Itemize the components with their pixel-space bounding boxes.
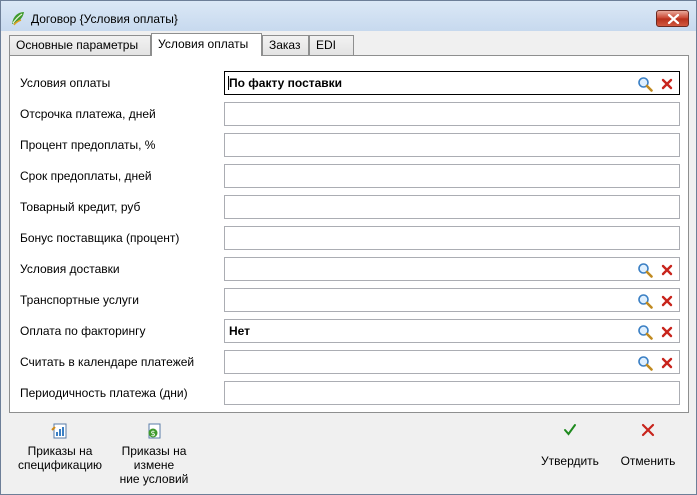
form-row-delivery-terms: Условия доставки xyxy=(10,257,690,281)
prepayment-term-field[interactable] xyxy=(224,164,680,188)
field-label: Бонус поставщика (процент) xyxy=(20,231,180,245)
form-row-transport-services: Транспортные услуги xyxy=(10,288,690,312)
button-label-line: ние условий xyxy=(119,472,189,486)
supplier-bonus-field[interactable] xyxy=(224,226,680,250)
svg-text:$: $ xyxy=(150,429,155,438)
clear-icon[interactable] xyxy=(661,357,673,369)
payment-calendar-field[interactable] xyxy=(224,350,680,374)
form-row-payment-periodicity: Периодичность платежа (дни) xyxy=(10,381,690,405)
field-label: Условия доставки xyxy=(20,262,120,276)
field-label: Считать в календаре платежей xyxy=(20,355,195,369)
orders-specification-button[interactable]: Приказы на спецификацию xyxy=(15,422,105,472)
button-label: Утвердить xyxy=(541,454,599,468)
tab-payment-terms[interactable]: Условия оплаты xyxy=(151,33,262,56)
search-icon[interactable] xyxy=(637,324,653,340)
bottom-toolbar: Приказы на спецификацию $ Приказы на изм… xyxy=(1,414,696,494)
field-value: Нет xyxy=(229,324,251,338)
window-close-icon xyxy=(667,14,680,24)
document-money-icon: $ xyxy=(148,423,161,439)
window-title: Договор {Условия оплаты} xyxy=(31,12,178,26)
confirm-button[interactable]: Утвердить xyxy=(535,423,605,468)
field-label: Условия оплаты xyxy=(20,76,111,90)
form-row-factoring-payment: Оплата по факторингу Нет xyxy=(10,319,690,343)
search-icon[interactable] xyxy=(637,76,653,92)
button-label-line: спецификацию xyxy=(17,458,103,472)
form-row-commodity-credit: Товарный кредит, руб xyxy=(10,195,690,219)
field-label: Процент предоплаты, % xyxy=(20,138,156,152)
orders-terms-change-button[interactable]: $ Приказы на измене ние условий xyxy=(113,422,195,486)
field-value: По факту поставки xyxy=(229,76,343,90)
commodity-credit-field[interactable] xyxy=(224,195,680,219)
tab-edi[interactable]: EDI xyxy=(309,35,354,55)
document-chart-icon xyxy=(51,423,67,439)
form-row-payment-delay: Отсрочка платежа, дней xyxy=(10,102,690,126)
button-label-line: Приказы на xyxy=(121,444,187,458)
search-icon[interactable] xyxy=(637,293,653,309)
payment-periodicity-field[interactable] xyxy=(224,381,680,405)
search-icon[interactable] xyxy=(637,262,653,278)
field-label: Отсрочка платежа, дней xyxy=(20,107,156,121)
clear-icon[interactable] xyxy=(661,326,673,338)
cross-icon xyxy=(641,423,655,437)
form-row-prepayment-percent: Процент предоплаты, % xyxy=(10,133,690,157)
title-bar[interactable]: Договор {Условия оплаты} xyxy=(1,1,696,31)
form-row-payment-calendar: Считать в календаре платежей xyxy=(10,350,690,374)
cancel-button[interactable]: Отменить xyxy=(613,423,683,468)
field-label: Транспортные услуги xyxy=(20,293,139,307)
field-label: Товарный кредит, руб xyxy=(20,200,141,214)
button-label-line: Приказы на xyxy=(27,444,93,458)
tab-order[interactable]: Заказ xyxy=(262,35,309,55)
payment-delay-field[interactable] xyxy=(224,102,680,126)
window-close-button[interactable] xyxy=(656,10,689,27)
tab-main-params[interactable]: Основные параметры xyxy=(9,35,151,55)
form-row-prepayment-term: Срок предоплаты, дней xyxy=(10,164,690,188)
contract-window: Договор {Условия оплаты} Основные параме… xyxy=(0,0,697,495)
search-icon[interactable] xyxy=(637,355,653,371)
payment-terms-panel: Условия оплаты По факту поставки Отсрочк… xyxy=(9,55,689,413)
checkmark-icon xyxy=(564,424,576,436)
prepayment-percent-field[interactable] xyxy=(224,133,680,157)
clear-icon[interactable] xyxy=(661,264,673,276)
delivery-terms-field[interactable] xyxy=(224,257,680,281)
form-row-supplier-bonus: Бонус поставщика (процент) xyxy=(10,226,690,250)
payment-terms-field[interactable]: По факту поставки xyxy=(224,71,680,95)
field-label: Срок предоплаты, дней xyxy=(20,169,152,183)
button-label: Отменить xyxy=(620,454,676,468)
field-label: Периодичность платежа (дни) xyxy=(20,386,188,400)
field-label: Оплата по факторингу xyxy=(20,324,146,338)
clear-icon[interactable] xyxy=(661,295,673,307)
factoring-payment-field[interactable]: Нет xyxy=(224,319,680,343)
button-label-line: измене xyxy=(133,458,175,472)
app-leaf-icon xyxy=(12,12,24,26)
form-row-payment-terms: Условия оплаты По факту поставки xyxy=(10,71,690,95)
transport-services-field[interactable] xyxy=(224,288,680,312)
clear-icon[interactable] xyxy=(661,78,673,90)
